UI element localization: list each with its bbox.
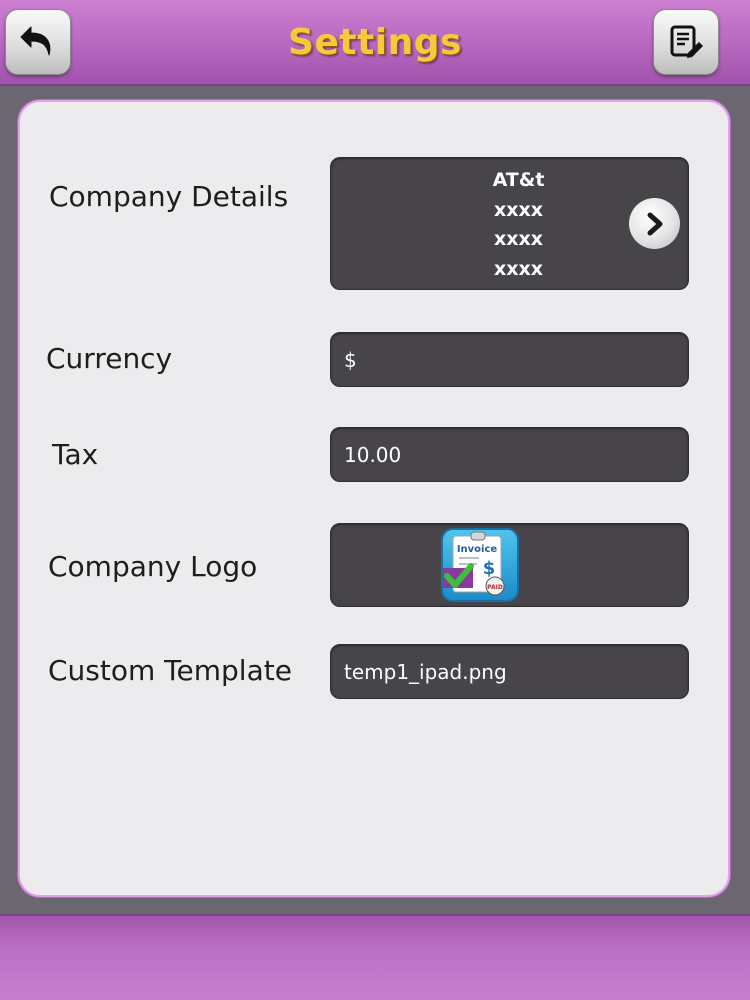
company-logo-field[interactable]: Invoice $ PAID bbox=[330, 523, 689, 607]
invoice-app-logo-icon: Invoice $ PAID bbox=[441, 528, 519, 602]
custom-template-field[interactable]: temp1_ipad.png bbox=[330, 644, 689, 699]
svg-text:PAID: PAID bbox=[487, 584, 503, 591]
company-details-label: Company Details bbox=[49, 180, 289, 213]
custom-template-value: temp1_ipad.png bbox=[344, 659, 507, 684]
settings-panel: Company Details AT&t xxxx xxxx xxxx Curr… bbox=[18, 100, 730, 897]
bottom-bar bbox=[0, 914, 750, 1000]
top-bar: Settings bbox=[0, 0, 750, 86]
currency-label: Currency bbox=[46, 342, 173, 375]
edit-document-icon bbox=[670, 25, 703, 58]
tax-value: 10.00 bbox=[344, 442, 402, 467]
currency-value: $ bbox=[344, 347, 357, 372]
company-details-field[interactable]: AT&t xxxx xxxx xxxx bbox=[330, 157, 689, 290]
currency-field[interactable]: $ bbox=[330, 332, 689, 387]
company-logo-label: Company Logo bbox=[48, 550, 258, 583]
tax-field[interactable]: 10.00 bbox=[330, 427, 689, 482]
logo-text: Invoice bbox=[457, 544, 498, 555]
company-details-arrow-button[interactable] bbox=[629, 198, 680, 249]
company-details-line: xxxx bbox=[493, 257, 544, 280]
custom-template-label: Custom Template bbox=[48, 654, 292, 687]
svg-text:$: $ bbox=[483, 558, 496, 579]
tax-label: Tax bbox=[52, 438, 99, 471]
company-details-line: AT&t bbox=[492, 169, 545, 191]
chevron-right-icon bbox=[647, 212, 662, 235]
edit-button[interactable] bbox=[653, 9, 719, 75]
page-title: Settings bbox=[288, 22, 462, 63]
